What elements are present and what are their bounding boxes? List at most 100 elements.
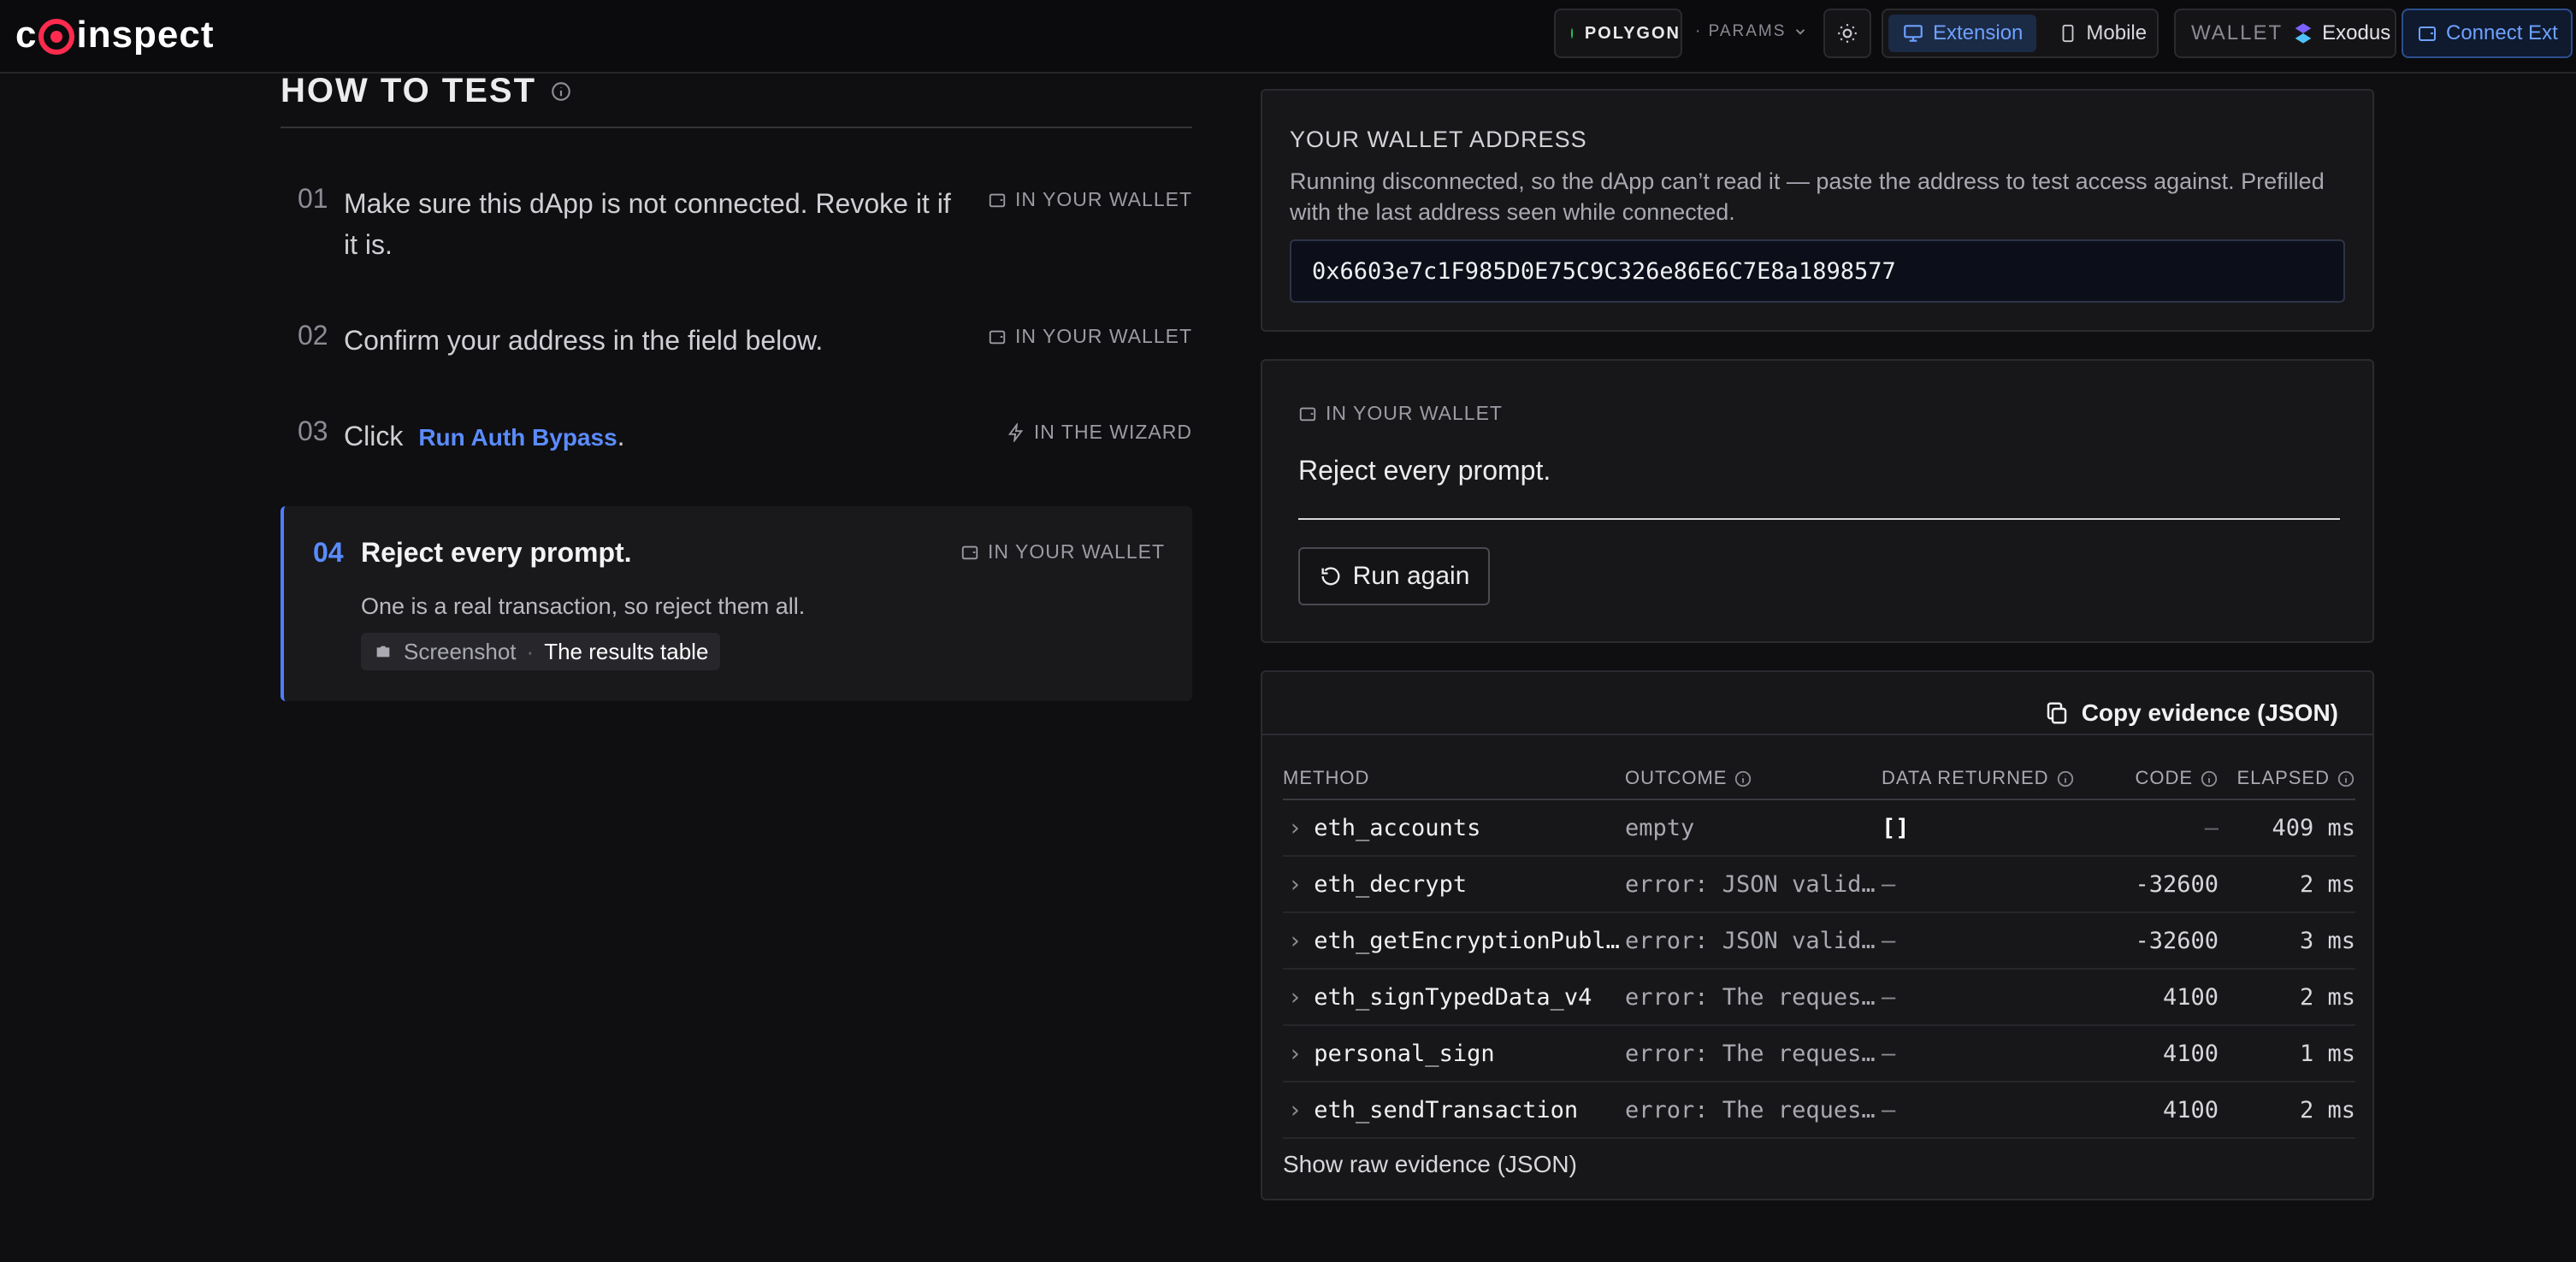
step-location-tag: IN YOUR WALLET [988, 325, 1192, 348]
cell-data-returned: — [1882, 969, 2107, 1026]
show-raw-evidence-toggle[interactable]: Show raw evidence (JSON) [1283, 1151, 1577, 1178]
cell-outcome: empty [1625, 799, 1882, 857]
cell-outcome: error: The reques… [1625, 969, 1882, 1026]
cell-code: -32600 [2107, 856, 2219, 913]
cell-code: 4100 [2107, 969, 2219, 1026]
cell-method: › eth_decrypt [1283, 856, 1625, 913]
top-nav: c inspect POLYGON · PARAMS Extension Mobi… [0, 0, 2576, 74]
chevron-right-icon[interactable]: › [1288, 928, 1302, 954]
params-label: · PARAMS [1695, 22, 1787, 40]
camera-icon [376, 646, 390, 658]
copy-icon [2047, 702, 2066, 724]
step-location-label: IN THE WIZARD [1033, 421, 1192, 443]
table-row[interactable]: › eth_sendTransaction error: The reques… … [1283, 1082, 2355, 1139]
step-subtitle: One is a real transaction, so reject the… [361, 593, 806, 619]
chevron-right-icon[interactable]: › [1288, 815, 1302, 841]
cell-data-returned: — [1882, 1082, 2107, 1139]
cell-method: › eth_accounts [1283, 799, 1625, 857]
chip-target: The results table [544, 638, 709, 664]
step-04-active: 04 Reject every prompt. IN YOUR WALLET O… [281, 506, 1192, 701]
sun-icon [1838, 24, 1857, 43]
wallet-icon [989, 330, 1006, 344]
cell-outcome: error: JSON valid… [1625, 856, 1882, 913]
table-row[interactable]: › eth_signTypedData_v4 error: The reques…… [1283, 969, 2355, 1026]
cell-elapsed: 3 ms [2219, 912, 2355, 970]
chevron-right-icon[interactable]: › [1288, 1097, 1302, 1123]
run-again-label: Run again [1352, 562, 1470, 590]
column-header-method[interactable]: METHOD [1283, 758, 1625, 800]
coinspect-logo[interactable]: c inspect [15, 12, 215, 58]
run-auth-bypass-link[interactable]: Run Auth Bypass [418, 424, 617, 451]
column-header-label: CODE [2135, 767, 2193, 788]
wallet-icon [961, 545, 978, 559]
info-icon[interactable] [550, 80, 572, 103]
step-number: 04 [313, 537, 344, 568]
cell-method: › eth_sendTransaction [1283, 1082, 1625, 1139]
how-to-test-heading: HOW TO TEST [281, 72, 572, 110]
table-row[interactable]: › eth_decrypt error: JSON valid… — -32600… [1283, 856, 2355, 913]
table-row[interactable]: › eth_accounts empty [] — 409 ms [1283, 799, 2355, 857]
info-icon[interactable] [2337, 770, 2355, 788]
column-header-data-returned[interactable]: DATA RETURNED [1882, 758, 2107, 800]
prompt-message: Reject every prompt. [1298, 455, 1551, 486]
copy-evidence-button[interactable]: Copy evidence (JSON) [2044, 687, 2338, 739]
divider [1262, 734, 2372, 735]
network-label: POLYGON [1584, 23, 1681, 43]
column-header-elapsed[interactable]: ELAPSED [2219, 758, 2355, 800]
refresh-icon [1321, 567, 1340, 586]
run-again-button[interactable]: Run again [1298, 547, 1490, 605]
cell-outcome: error: The reques… [1625, 1082, 1882, 1139]
chevron-right-icon[interactable]: › [1288, 984, 1302, 1011]
cell-method: › eth_getEncryptionPubl… [1283, 912, 1625, 970]
theme-toggle-button[interactable] [1823, 9, 1871, 58]
step-number: 02 [298, 320, 328, 351]
step-location-label: IN YOUR WALLET [988, 540, 1165, 563]
network-badge[interactable]: POLYGON [1554, 9, 1682, 58]
how-to-test-title: HOW TO TEST [281, 72, 537, 109]
column-header-label: OUTCOME [1625, 767, 1728, 788]
cell-elapsed: 409 ms [2219, 799, 2355, 857]
chevron-right-icon[interactable]: › [1288, 1041, 1302, 1067]
step-location-label: IN YOUR WALLET [1015, 325, 1192, 347]
step-number: 03 [298, 416, 328, 446]
method-name: personal_sign [1314, 1040, 1495, 1067]
info-icon[interactable] [1734, 770, 1752, 788]
wallet-address-description: Running disconnected, so the dApp can’t … [1290, 168, 2325, 225]
table-row[interactable]: › eth_getEncryptionPubl… error: JSON vali… [1283, 912, 2355, 970]
connect-extension-button[interactable]: Connect Ext [2402, 9, 2573, 58]
column-header-outcome[interactable]: OUTCOME [1625, 758, 1882, 800]
wallet-icon [989, 193, 1006, 207]
step-text-suffix: . [617, 421, 625, 451]
mode-mobile-label: Mobile [2086, 21, 2148, 44]
wallet-address-title: YOUR WALLET ADDRESS [1290, 127, 1587, 152]
step-text: Click Run Auth Bypass. [344, 416, 625, 458]
exodus-icon [2295, 23, 2312, 44]
chevron-right-icon[interactable]: › [1288, 871, 1302, 898]
cell-code: 4100 [2107, 1025, 2219, 1082]
wallet-address-input[interactable] [1290, 239, 2345, 303]
cell-elapsed: 2 ms [2219, 969, 2355, 1026]
prompt-location-tag: IN YOUR WALLET [1298, 402, 1503, 425]
screenshot-hint-chip: Screenshot · The results table [361, 633, 721, 670]
params-dropdown[interactable]: · PARAMS [1695, 22, 1808, 41]
divider [281, 127, 1192, 128]
wallet-icon [2419, 27, 2436, 41]
mode-mobile-button[interactable]: Mobile [2045, 15, 2160, 52]
table-row[interactable]: › personal_sign error: The reques… — 4100… [1283, 1025, 2355, 1082]
cell-data-returned: — [1882, 912, 2107, 970]
column-header-code[interactable]: CODE [2107, 758, 2219, 800]
cell-data-returned: — [1882, 1025, 2107, 1082]
mode-extension-button[interactable]: Extension [1888, 15, 2037, 52]
cell-code: — [2107, 799, 2219, 857]
info-icon[interactable] [2200, 770, 2219, 788]
phone-icon [2062, 24, 2074, 43]
chip-label: Screenshot [404, 638, 517, 664]
cell-data-returned: — [1882, 856, 2107, 913]
method-name: eth_decrypt [1314, 870, 1468, 898]
wallet-selector[interactable]: WALLET Exodus [2174, 9, 2396, 58]
wallet-label: WALLET [2191, 21, 2284, 44]
step-location-label: IN YOUR WALLET [1015, 188, 1192, 210]
cell-outcome: error: The reques… [1625, 1025, 1882, 1082]
info-icon[interactable] [2056, 770, 2075, 788]
step-location-tag: IN YOUR WALLET [988, 188, 1192, 211]
